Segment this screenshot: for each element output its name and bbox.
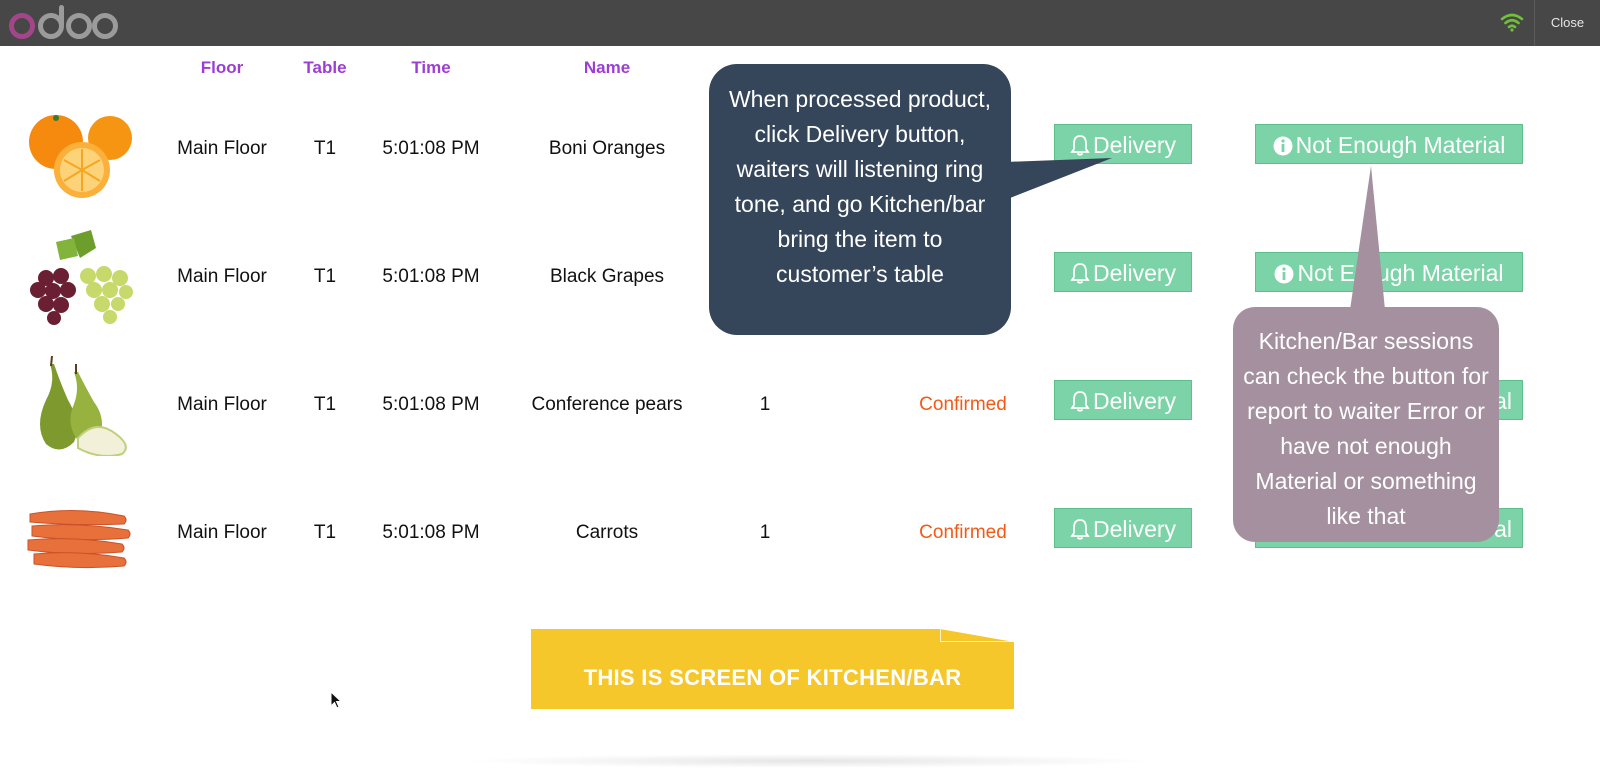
not-enough-material-button[interactable]: Not Enough Material <box>1255 124 1523 164</box>
not-enough-material-button[interactable]: Not E ugh Material <box>1255 252 1523 292</box>
delivery-button[interactable]: Delivery <box>1054 380 1192 420</box>
bell-icon <box>1070 519 1090 540</box>
table-cell: T1 <box>313 394 337 415</box>
table-cell: T1 <box>313 138 337 159</box>
info-icon <box>1273 136 1293 156</box>
delivery-label: Delivery <box>1092 260 1177 286</box>
time-cell: 5:01:08 PM <box>382 266 480 287</box>
status-cell: Confirmed <box>919 522 1007 543</box>
delivery-label: Delivery <box>1092 516 1177 542</box>
table-cell: T1 <box>313 522 337 543</box>
delivery-button[interactable]: Delivery <box>1054 124 1192 164</box>
not-enough-label: Not Enough Material <box>1295 132 1506 158</box>
floor-cell: Main Floor <box>177 266 267 287</box>
column-header-time: Time <box>411 58 451 77</box>
not-enough-label-partial-end: ugh Material <box>1376 260 1504 286</box>
delivery-button[interactable]: Delivery <box>1054 508 1192 548</box>
delivery-label: Delivery <box>1092 388 1177 414</box>
name-cell: Carrots <box>575 522 639 543</box>
info-icon <box>1274 264 1294 284</box>
grapes-image <box>30 230 133 325</box>
status-cell: Confirmed <box>919 394 1007 415</box>
not-enough-label-partial: Not E <box>1297 260 1355 286</box>
carrots-image <box>27 509 131 569</box>
floor-cell: Main Floor <box>177 138 267 159</box>
bottom-shadow <box>460 754 1160 768</box>
name-cell: Boni Oranges <box>548 138 666 159</box>
time-cell: 5:01:08 PM <box>382 522 480 543</box>
top-bar: Close <box>0 0 1600 46</box>
time-cell: 5:01:08 PM <box>382 394 480 415</box>
oranges-image <box>29 115 132 198</box>
floor-cell: Main Floor <box>177 522 267 543</box>
bell-icon <box>1070 391 1090 412</box>
column-header-name: Name <box>583 58 631 77</box>
material-tip-callout: Kitchen/Bar sessions can check the butto… <box>1233 307 1499 542</box>
column-header-table: Table <box>303 58 347 77</box>
time-cell: 5:01:08 PM <box>382 138 480 159</box>
floor-cell: Main Floor <box>177 394 267 415</box>
quantity-cell: 1 <box>759 522 771 543</box>
column-header-floor: Floor <box>200 58 244 77</box>
wifi-icon <box>1500 13 1524 32</box>
delivery-button[interactable]: Delivery <box>1054 252 1192 292</box>
name-cell: Conference pears <box>531 394 683 415</box>
bell-icon <box>1070 263 1090 284</box>
table-cell: T1 <box>313 266 337 287</box>
odoo-logo <box>9 5 118 39</box>
close-button[interactable]: Close <box>1535 0 1600 46</box>
delivery-label: Delivery <box>1092 132 1177 158</box>
bell-icon <box>1070 135 1090 156</box>
pears-image <box>40 356 127 456</box>
banner-fold <box>940 629 1014 642</box>
quantity-cell: 1 <box>759 394 771 415</box>
name-cell: Black Grapes <box>549 266 665 287</box>
delivery-tip-callout: When processed product, click Delivery b… <box>709 64 1011 335</box>
mouse-cursor-icon <box>330 691 342 709</box>
